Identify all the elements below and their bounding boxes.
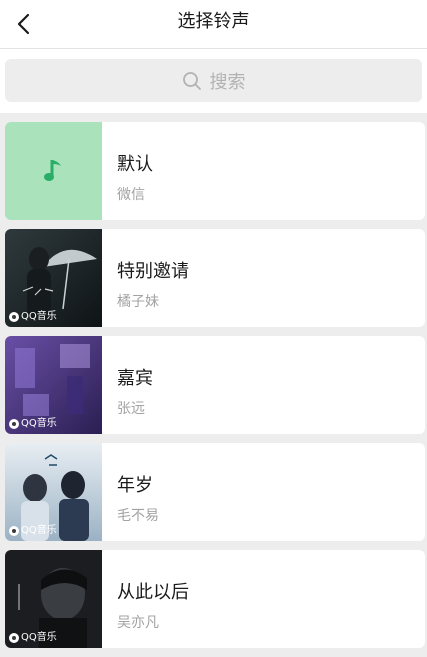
qq-music-icon (9, 526, 19, 536)
qq-music-icon (9, 312, 19, 322)
header-bar: 选择铃声 (0, 0, 427, 49)
qq-music-icon (9, 633, 19, 643)
ringtone-title: 默认 (117, 154, 153, 175)
album-cover: QQ音乐 (5, 229, 102, 327)
music-note-icon (43, 160, 61, 181)
ringtone-title: 年岁 (117, 475, 153, 496)
page-title: 选择铃声 (177, 11, 250, 32)
qq-music-badge: QQ音乐 (9, 311, 57, 323)
ringtone-artist: 橘子妹 (117, 294, 159, 310)
ringtone-title: 特别邀请 (117, 261, 189, 282)
ringtone-item[interactable]: QQ音乐 从此以后 吴亦凡 (5, 550, 425, 648)
ringtone-title: 嘉宾 (117, 368, 153, 389)
ringtone-item[interactable]: QQ音乐 嘉宾 张远 (5, 336, 425, 434)
qq-music-label: QQ音乐 (21, 418, 57, 429)
ringtone-artist: 张远 (117, 401, 145, 417)
album-cover: QQ音乐 (5, 443, 102, 541)
ringtone-artist: 吴亦凡 (117, 615, 159, 631)
ringtone-item[interactable]: QQ音乐 特别邀请 橘子妹 (5, 229, 425, 327)
qq-music-badge: QQ音乐 (9, 632, 57, 644)
qq-music-badge: QQ音乐 (9, 418, 57, 430)
default-cover (5, 122, 102, 220)
search-placeholder: 搜索 (209, 71, 246, 93)
album-cover: QQ音乐 (5, 550, 102, 648)
ringtone-title: 从此以后 (117, 582, 189, 603)
qq-music-icon (9, 419, 19, 429)
search-icon (182, 71, 201, 90)
qq-music-label: QQ音乐 (21, 311, 57, 322)
qq-music-label: QQ音乐 (21, 525, 57, 536)
ringtone-list: 默认 微信 QQ音乐 特别邀请 橘子妹 QQ音乐 嘉宾 张远 QQ音乐 年岁 毛… (5, 122, 425, 657)
ringtone-artist: 微信 (117, 187, 145, 203)
qq-music-badge: QQ音乐 (9, 525, 57, 537)
search-input[interactable]: 搜索 (5, 59, 422, 102)
ringtone-item[interactable]: QQ音乐 年岁 毛不易 (5, 443, 425, 541)
album-cover: QQ音乐 (5, 336, 102, 434)
search-section: 搜索 (0, 49, 427, 113)
ringtone-artist: 毛不易 (117, 508, 159, 524)
qq-music-label: QQ音乐 (21, 632, 57, 643)
ringtone-item-default[interactable]: 默认 微信 (5, 122, 425, 220)
